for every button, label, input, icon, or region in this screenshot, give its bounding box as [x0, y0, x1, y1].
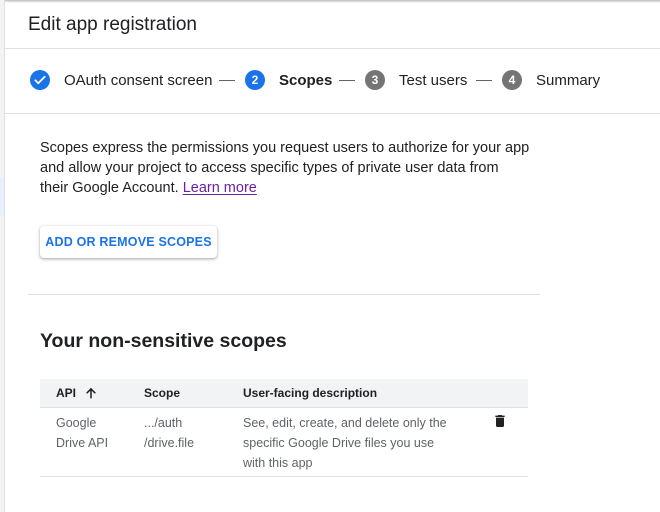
edit-app-registration-page: Edit app registration OAuth consent scre…: [0, 0, 660, 512]
column-header-api[interactable]: API: [56, 379, 98, 407]
step-label: Scopes: [279, 71, 333, 89]
table-header: API Scope User-facing description: [40, 379, 528, 408]
step-number: 3: [365, 70, 385, 90]
step-test-users[interactable]: 3 Test users: [365, 69, 467, 91]
scope-line: .../auth: [144, 416, 183, 430]
scope-cell: .../auth /drive.file: [144, 413, 194, 453]
scope-line: /drive.file: [144, 436, 195, 450]
delete-scope-button[interactable]: [490, 414, 510, 434]
step-separator: [339, 80, 355, 81]
page-header: Edit app registration: [5, 3, 660, 49]
api-cell: Google Drive API: [56, 413, 108, 453]
step-summary[interactable]: 4 Summary: [502, 69, 600, 91]
step-label: Summary: [536, 71, 601, 89]
api-name-line: Drive API: [56, 436, 109, 450]
non-sensitive-scopes-title: Your non-sensitive scopes: [40, 330, 287, 352]
column-header-label: API: [56, 386, 77, 400]
step-scopes[interactable]: 2 Scopes: [245, 69, 332, 91]
description-line: See, edit, create, and delete only the: [243, 416, 447, 430]
step-separator: [476, 80, 492, 81]
step-oauth-consent[interactable]: OAuth consent screen: [30, 69, 212, 91]
description-line: specific Google Drive files you use: [243, 436, 435, 450]
step-number: 2: [245, 70, 265, 90]
step-label: OAuth consent screen: [64, 71, 213, 89]
scopes-description-text: Scopes express the permissions you reque…: [40, 140, 530, 196]
column-header-description: User-facing description: [243, 386, 378, 400]
step-number: 4: [502, 70, 522, 90]
table-row: Google Drive API .../auth /drive.file Se…: [40, 408, 528, 477]
api-name-line: Google: [56, 416, 97, 430]
trash-icon: [492, 413, 508, 435]
stepper: OAuth consent screen 2 Scopes 3 Test use…: [5, 49, 660, 114]
add-or-remove-scopes-button[interactable]: ADD OR REMOVE SCOPES: [40, 226, 217, 258]
sidebar-selection-mark: [0, 178, 4, 216]
description-line: with this app: [243, 456, 313, 470]
check-icon: [30, 70, 50, 90]
description-cell: See, edit, create, and delete only the s…: [243, 413, 447, 473]
non-sensitive-scopes-table: API Scope User-facing description Google…: [40, 379, 528, 477]
column-header-scope: Scope: [144, 386, 181, 400]
scopes-description: Scopes express the permissions you reque…: [40, 138, 530, 198]
step-label: Test users: [399, 71, 468, 89]
page-title: Edit app registration: [28, 14, 197, 35]
step-separator: [219, 80, 235, 81]
section-divider: [28, 294, 540, 295]
arrow-upward-icon: [84, 386, 98, 400]
learn-more-link[interactable]: Learn more: [183, 180, 257, 196]
